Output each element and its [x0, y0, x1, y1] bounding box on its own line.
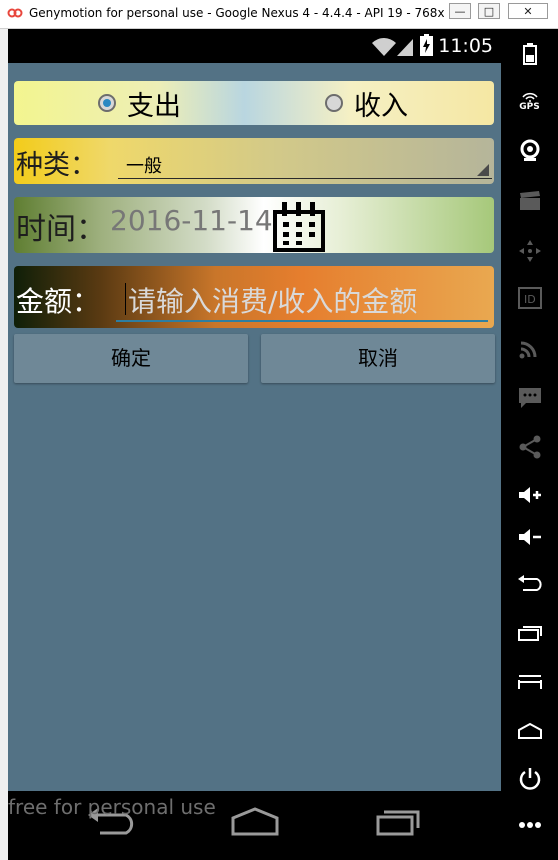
- watermark-text: free for personal use: [8, 795, 216, 819]
- share-icon[interactable]: [501, 435, 558, 459]
- confirm-button[interactable]: 确定: [14, 334, 248, 383]
- gps-icon[interactable]: GPS: [501, 92, 558, 112]
- battery-charging-icon: [420, 34, 433, 56]
- text-caret: [125, 283, 126, 315]
- radio-unchecked-icon[interactable]: [325, 94, 343, 112]
- genymotion-sidebar: GPS ID: [501, 29, 558, 860]
- minimize-button[interactable]: —: [449, 3, 471, 19]
- radio-checked-icon[interactable]: [98, 94, 116, 112]
- device-screen: 11:05 支出 收入 种类： 一般 时间： 2016-11-14 金额： 请输…: [8, 29, 501, 860]
- clapper-icon[interactable]: [501, 191, 558, 211]
- nav-home-icon[interactable]: [230, 806, 280, 836]
- nav-recents-icon[interactable]: [375, 806, 421, 836]
- radio-expense-label: 支出: [127, 90, 181, 122]
- category-row: 种类： 一般: [14, 138, 494, 184]
- window-title-bar: Genymotion for personal use - Google Nex…: [0, 0, 558, 29]
- maximize-button[interactable]: □: [478, 3, 500, 19]
- app-content: 支出 收入 种类： 一般 时间： 2016-11-14 金额： 请输入消费/收入…: [8, 63, 501, 791]
- amount-label: 金额：: [16, 285, 101, 318]
- camera-icon[interactable]: [501, 139, 558, 161]
- time-label: 时间：: [16, 212, 106, 247]
- more-icon[interactable]: [501, 821, 558, 829]
- rss-icon[interactable]: [501, 337, 558, 359]
- time-row: 时间： 2016-11-14: [14, 197, 494, 253]
- spinner-arrow-icon: [477, 164, 489, 176]
- wifi-icon: [372, 38, 396, 56]
- calendar-icon[interactable]: [271, 200, 327, 252]
- radio-income[interactable]: 收入: [325, 90, 408, 122]
- id-icon[interactable]: ID: [501, 287, 558, 309]
- close-button[interactable]: ✕: [508, 3, 548, 19]
- category-value: 一般: [126, 156, 162, 177]
- volume-up-icon[interactable]: [501, 485, 558, 505]
- gps-label: GPS: [519, 102, 540, 112]
- status-bar: 11:05: [8, 29, 501, 63]
- amount-row: 金额： 请输入消费/收入的金额: [14, 266, 494, 328]
- type-radio-group: 支出 收入: [14, 81, 494, 125]
- cancel-button[interactable]: 取消: [261, 334, 495, 383]
- category-label: 种类：: [16, 150, 97, 181]
- amount-input[interactable]: 请输入消费/收入的金额: [116, 276, 488, 322]
- dpad-icon[interactable]: [501, 239, 558, 263]
- status-clock: 11:05: [438, 35, 493, 57]
- menu-icon[interactable]: [501, 674, 558, 690]
- id-label: ID: [524, 293, 536, 306]
- time-value[interactable]: 2016-11-14: [110, 204, 273, 237]
- volume-down-icon[interactable]: [501, 527, 558, 547]
- radio-income-label: 收入: [354, 90, 408, 122]
- category-spinner[interactable]: 一般: [118, 146, 492, 179]
- power-icon[interactable]: [501, 767, 558, 791]
- genymotion-logo-icon: [7, 8, 23, 18]
- window-title: Genymotion for personal use - Google Nex…: [29, 6, 444, 20]
- battery-icon[interactable]: [501, 43, 558, 65]
- home-icon[interactable]: [501, 722, 558, 740]
- amount-placeholder: 请输入消费/收入的金额: [128, 285, 418, 318]
- radio-expense[interactable]: 支出: [98, 90, 181, 122]
- recents-icon[interactable]: [501, 624, 558, 642]
- signal-icon: [397, 39, 413, 56]
- back-icon[interactable]: [501, 574, 558, 592]
- sms-icon[interactable]: [501, 387, 558, 409]
